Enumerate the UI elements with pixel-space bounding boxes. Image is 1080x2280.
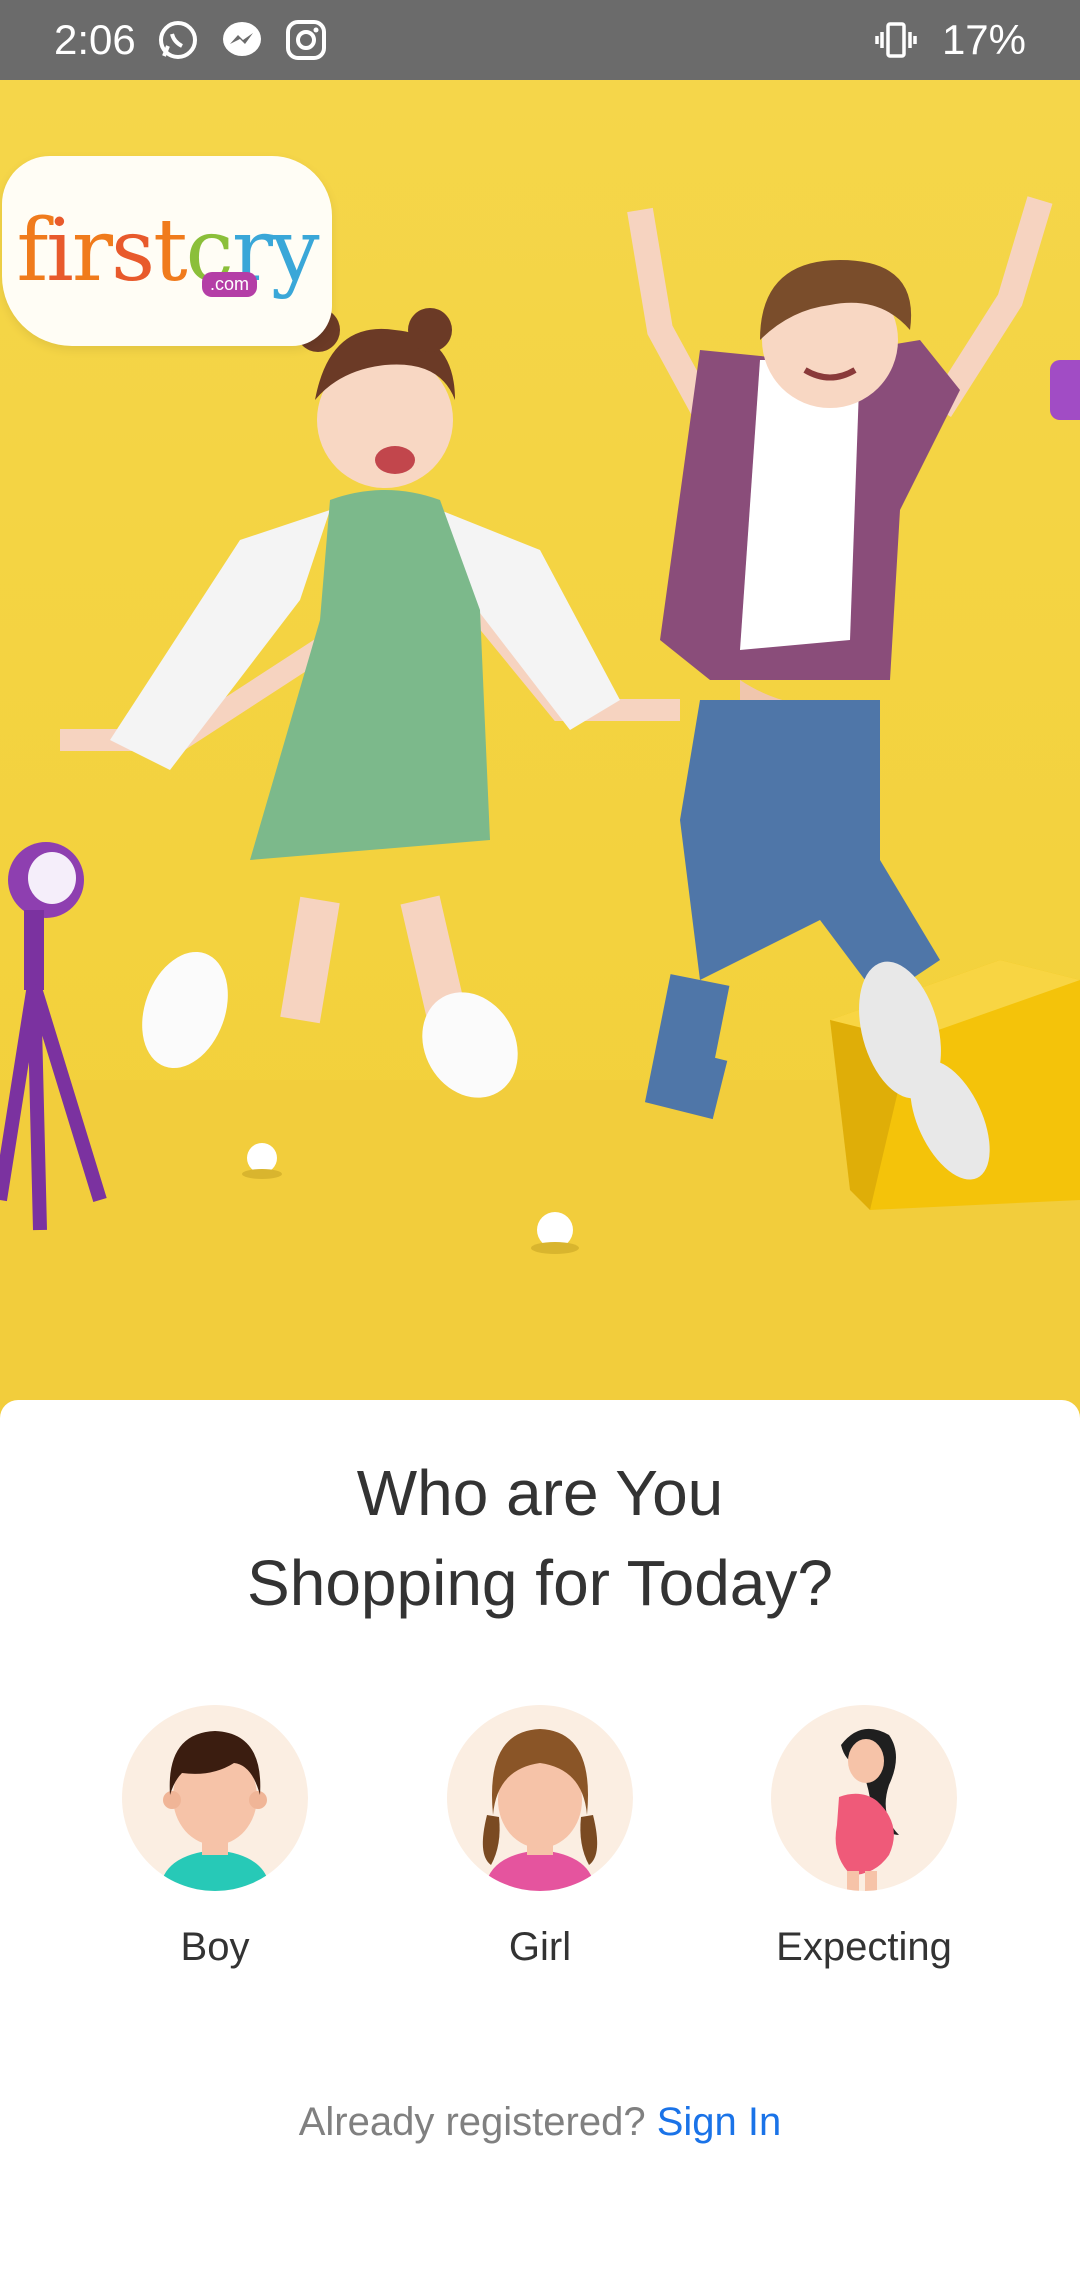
status-bar: 2:06 17% xyxy=(0,0,1080,80)
selection-card: Who are You Shopping for Today? Boy Girl… xyxy=(0,1400,1080,2280)
status-time: 2:06 xyxy=(54,16,136,63)
camera-prop-illustration xyxy=(1050,360,1080,420)
firstcry-logo: firstcry .com xyxy=(2,156,332,346)
expecting-mother-icon xyxy=(771,1705,957,1891)
app-screen: 2:06 17% firstcry .com Who are You Shopp… xyxy=(0,0,1080,2280)
option-girl-label: Girl xyxy=(508,1925,572,1969)
girl-avatar-icon xyxy=(447,1705,633,1891)
card-title: Who are You Shopping for Today? xyxy=(0,1448,1080,1628)
status-right: 17% xyxy=(874,16,1026,64)
hero-banner: firstcry .com xyxy=(0,80,1080,1420)
logo-sub: .com xyxy=(202,272,258,297)
option-boy-label: Boy xyxy=(180,1925,250,1969)
sign-in-link[interactable]: Sign In xyxy=(657,2100,782,2144)
battery-percentage: 17% xyxy=(941,16,1026,63)
signin-prompt-line: Already registered? Sign In xyxy=(0,2100,1080,2145)
option-expecting[interactable]: Expecting xyxy=(764,1705,964,1970)
boy-avatar-icon xyxy=(122,1705,308,1891)
title-line-2: Shopping for Today? xyxy=(247,1547,833,1619)
whatsapp-icon xyxy=(156,18,200,62)
signin-prompt: Already registered? xyxy=(298,2100,646,2144)
shopper-options: Boy Girl Expecting xyxy=(0,1705,1080,2005)
instagram-icon xyxy=(284,18,328,62)
logo-text: firstcry xyxy=(16,201,319,301)
option-expecting-label: Expecting xyxy=(776,1925,952,1969)
title-line-1: Who are You xyxy=(356,1457,724,1529)
girl-illustration xyxy=(60,308,680,1098)
option-girl[interactable]: Girl xyxy=(440,1705,640,1970)
status-left: 2:06 xyxy=(54,16,328,64)
vibrate-icon xyxy=(874,18,918,62)
messenger-icon xyxy=(220,18,264,62)
option-boy[interactable]: Boy xyxy=(115,1705,315,1970)
